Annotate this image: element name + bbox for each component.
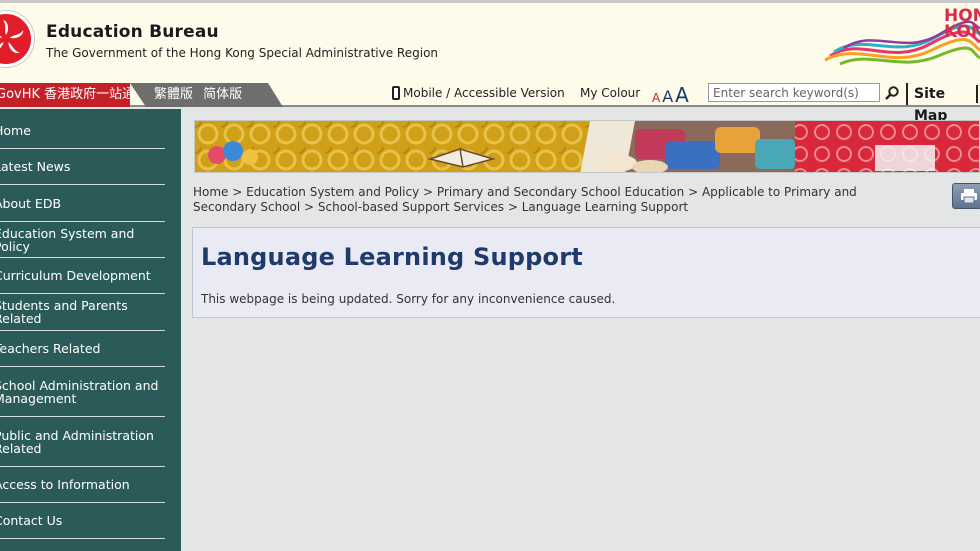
print-button[interactable] <box>952 183 980 209</box>
breadcrumb-link[interactable]: School-based Support Services <box>318 200 504 214</box>
mobile-version-link[interactable]: Mobile / Accessible Version <box>392 86 565 100</box>
sidebar-item-public-admin[interactable]: Public and Administration Related <box>0 417 165 467</box>
breadcrumb: Home > Education System and Policy > Pri… <box>193 185 913 215</box>
language-switcher: 繁體版 简体版 <box>130 83 283 107</box>
sidebar-item-contact-us[interactable]: Contact Us <box>0 503 165 539</box>
font-large-button[interactable]: A <box>675 83 689 107</box>
sidebar-item-about-edb[interactable]: About EDB <box>0 185 165 222</box>
update-notice: This webpage is being updated. Sorry for… <box>201 292 616 306</box>
page-banner-image <box>194 120 980 173</box>
sidebar-item-students-parents[interactable]: Students and Parents Related <box>0 294 165 331</box>
govhk-label: GovHK 香港政府一站通 <box>0 87 130 102</box>
site-map-link[interactable]: Site Map <box>906 83 980 124</box>
simp-chinese-link[interactable]: 简体版 <box>203 87 242 102</box>
mobile-label: Mobile / Accessible Version <box>403 86 565 100</box>
sidebar-item-curriculum[interactable]: Curriculum Development <box>0 258 165 294</box>
sidebar-item-label: Curriculum Development <box>0 268 151 283</box>
font-medium-button[interactable]: A <box>662 87 673 106</box>
printer-icon <box>961 189 977 203</box>
top-navbar: GovHK 香港政府一站通 繁體版 简体版 Mobile / Accessibl… <box>0 83 980 124</box>
mobile-phone-icon <box>392 86 400 100</box>
sidebar-item-label: Latest News <box>0 159 71 174</box>
breadcrumb-current: Language Learning Support <box>521 200 689 214</box>
divider <box>976 85 978 103</box>
sidebar-item-access-info[interactable]: Access to Information <box>0 467 165 503</box>
sidebar-item-teachers[interactable]: Teachers Related <box>0 331 165 367</box>
brand-text: HONG KONG <box>944 8 980 40</box>
breadcrumb-link[interactable]: Home <box>193 185 228 199</box>
font-small-button[interactable]: A <box>652 91 660 105</box>
breadcrumb-separator: > <box>304 200 315 214</box>
hksar-emblem-icon <box>0 11 34 67</box>
trad-chinese-link[interactable]: 繁體版 <box>154 87 193 102</box>
brand-hong-kong-logo[interactable]: HONG KONG <box>820 6 980 78</box>
sidebar-item-label: Contact Us <box>0 513 63 528</box>
sidebar-item-label: About EDB <box>0 195 62 211</box>
my-colour-link[interactable]: My Colour <box>580 86 640 100</box>
sidebar-item-label: Home <box>0 123 31 138</box>
sidebar-item-label: Public and Administration Related <box>0 427 154 456</box>
org-title[interactable]: Education Bureau <box>46 22 219 42</box>
page-title: Language Learning Support <box>201 243 583 271</box>
main-content: Language Learning Support This webpage i… <box>192 227 980 318</box>
org-subtitle: The Government of the Hong Kong Special … <box>46 46 439 60</box>
sidebar-item-label: School Administration and Management <box>0 377 159 406</box>
site-header: Education Bureau The Government of the H… <box>0 3 980 83</box>
breadcrumb-separator: > <box>423 185 434 199</box>
sidebar-item-education-system[interactable]: Education System and Policy <box>0 222 165 258</box>
sidebar-item-label: Students and Parents Related <box>0 298 128 326</box>
sidebar-item-home[interactable]: Home <box>0 113 165 149</box>
breadcrumb-separator: > <box>507 200 518 214</box>
sidebar-item-latest-news[interactable]: Latest News <box>0 149 165 185</box>
font-size-controls: A A A <box>652 83 689 107</box>
sidebar-item-label: Education System and Policy <box>0 225 135 254</box>
breadcrumb-link[interactable]: Primary and Secondary School Education <box>437 185 684 199</box>
search-input[interactable] <box>708 83 880 102</box>
breadcrumb-separator: > <box>688 185 699 199</box>
search-icon[interactable] <box>884 85 900 101</box>
sidebar-item-school-admin[interactable]: School Administration and Management <box>0 367 165 417</box>
sidebar-item-label: Teachers Related <box>0 341 101 356</box>
breadcrumb-link[interactable]: Education System and Policy <box>246 185 419 199</box>
sidebar-nav: Home Latest News About EDB Education Sys… <box>0 109 181 551</box>
govhk-portal-link[interactable]: GovHK 香港政府一站通 <box>0 83 130 107</box>
sidebar-item-label: Access to Information <box>0 477 130 492</box>
breadcrumb-separator: > <box>232 185 243 199</box>
